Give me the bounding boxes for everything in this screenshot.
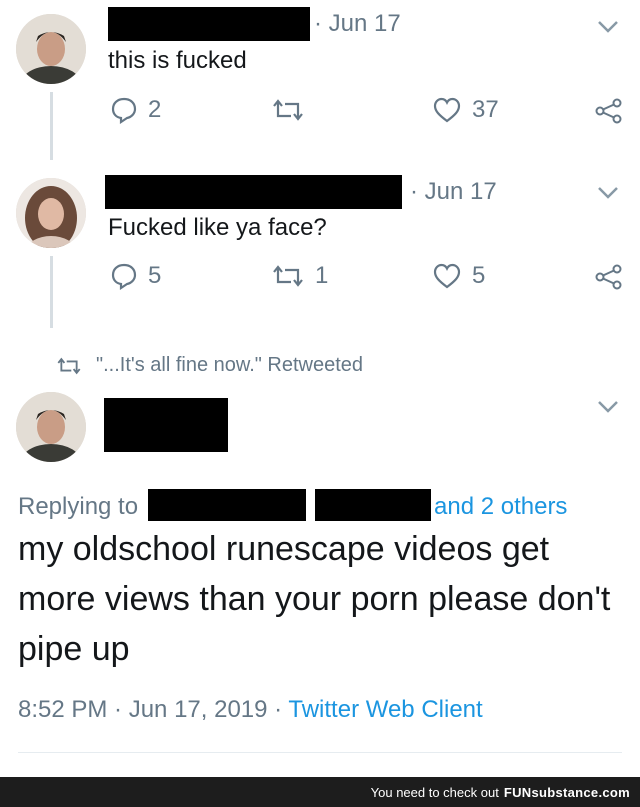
retweeted-text: "...It's all fine now." Retweeted [96, 354, 364, 376]
chevron-down-icon[interactable] [597, 186, 619, 200]
thread-line [50, 256, 53, 328]
watermark-footer: You need to check out FUNsubstance.com [0, 777, 640, 807]
replying-others-link[interactable]: and 2 others [434, 493, 567, 521]
tweet-client-link[interactable]: Twitter Web Client [288, 696, 482, 723]
chevron-down-icon[interactable] [597, 400, 619, 414]
redacted-name [105, 175, 402, 209]
like-button[interactable]: 37 [432, 96, 499, 124]
others-link-text: and 2 others [434, 493, 568, 520]
redacted-handle [148, 489, 306, 521]
tweet-date[interactable]: · Jun 17 [314, 10, 401, 38]
tweet-meta: 8:52 PM · Jun 17, 2019 · Twitter Web Cli… [18, 696, 483, 724]
like-count: 37 [472, 96, 499, 123]
redacted-name [104, 398, 228, 452]
like-count: 5 [472, 262, 486, 289]
avatar-tweet1[interactable] [16, 14, 86, 84]
chevron-down-icon[interactable] [597, 20, 619, 34]
reply-count: 5 [148, 262, 162, 289]
tweet-text: this is fucked [108, 47, 247, 74]
retweet-icon [273, 99, 303, 121]
heart-icon [433, 263, 461, 289]
like-button[interactable]: 5 [432, 262, 485, 290]
thread-line [50, 92, 53, 160]
retweet-button[interactable] [271, 96, 315, 124]
avatar-tweet2[interactable] [16, 178, 86, 248]
share-icon[interactable] [595, 264, 623, 290]
retweeted-notice[interactable]: "...It's all fine now." Retweeted [56, 354, 363, 377]
reply-button[interactable]: 5 [110, 262, 161, 290]
main-tweet-text: my oldschool runescape videos get more v… [18, 530, 611, 668]
tweet-text: Fucked like ya face? [108, 214, 327, 241]
reply-icon [111, 263, 137, 290]
heart-icon [433, 97, 461, 123]
redacted-name [108, 7, 310, 41]
redacted-handle [315, 489, 431, 521]
replying-to-prefix: Replying to [18, 493, 139, 520]
footer-brand: FUNsubstance.com [503, 784, 630, 800]
reply-button[interactable]: 2 [110, 96, 161, 124]
retweet-icon [273, 265, 303, 287]
share-icon[interactable] [595, 98, 623, 124]
retweet-button[interactable]: 1 [271, 262, 328, 290]
reply-icon [111, 97, 137, 124]
tweet-timestamp[interactable]: 8:52 PM · Jun 17, 2019 · [18, 696, 282, 723]
divider [18, 752, 622, 753]
tweet-date[interactable]: · Jun 17 [410, 178, 497, 206]
footer-text: You need to check out [370, 784, 499, 800]
retweet-count: 1 [315, 262, 329, 289]
avatar-main[interactable] [16, 392, 86, 462]
retweet-icon [57, 357, 81, 374]
reply-count: 2 [148, 96, 162, 123]
